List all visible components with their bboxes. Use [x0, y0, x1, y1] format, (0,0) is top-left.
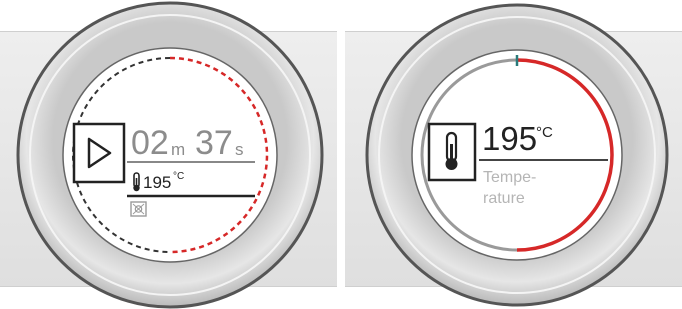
- temperature-unit: °C: [173, 171, 185, 182]
- timer-minutes: 02: [131, 124, 169, 162]
- timer-seconds-unit: s: [235, 140, 244, 159]
- play-button-frame[interactable]: [72, 122, 126, 184]
- timer-seconds: 37: [195, 124, 233, 162]
- timer-minutes-unit: m: [171, 140, 186, 159]
- temperature-value: 195: [482, 120, 538, 157]
- temperature-value: 195: [143, 173, 172, 192]
- right-dial[interactable]: 195 °C Tempe- rature: [341, 0, 682, 309]
- left-dial[interactable]: 02 m 37 s 195 °C: [0, 0, 341, 309]
- temperature-label-line1: Tempe-: [483, 169, 537, 186]
- temperature-label-line2: rature: [483, 190, 525, 207]
- temperature-unit: °C: [536, 124, 553, 141]
